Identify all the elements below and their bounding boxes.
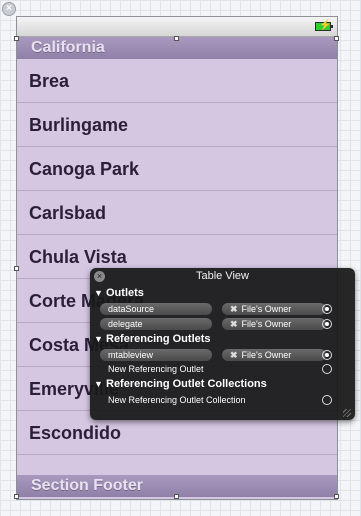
connection-circle-icon[interactable] bbox=[322, 395, 332, 405]
battery-charging-icon: ⚡ bbox=[315, 20, 333, 31]
section-label: Referencing Outlets bbox=[106, 333, 211, 345]
close-icon[interactable]: × bbox=[2, 2, 16, 16]
referencing-collections-section-header[interactable]: ▼ Referencing Outlet Collections bbox=[94, 378, 267, 390]
referencing-outlet-name[interactable]: mtableview bbox=[100, 349, 212, 361]
outlet-name[interactable]: dataSource bbox=[100, 303, 212, 315]
new-referencing-outlet-label: New Referencing Outlet bbox=[108, 364, 204, 374]
resize-handle-top[interactable] bbox=[174, 36, 179, 41]
connection-circle-icon[interactable] bbox=[322, 304, 332, 314]
resize-handle-bottom-left[interactable] bbox=[14, 494, 19, 499]
new-referencing-collection-label: New Referencing Outlet Collection bbox=[108, 395, 246, 405]
table-row[interactable]: Brea bbox=[17, 59, 337, 103]
resize-handle-top-right[interactable] bbox=[334, 36, 339, 41]
resize-handle-bottom[interactable] bbox=[174, 494, 179, 499]
disconnect-icon[interactable]: ✖ bbox=[230, 304, 238, 314]
disclosure-triangle-icon[interactable]: ▼ bbox=[94, 288, 106, 298]
table-row[interactable]: Carlsbad bbox=[17, 191, 337, 235]
referencing-outlet-target[interactable]: ✖ File's Owner bbox=[222, 349, 326, 361]
resize-handle-top-left[interactable] bbox=[14, 36, 19, 41]
outlet-target[interactable]: ✖ File's Owner bbox=[222, 318, 326, 330]
disconnect-icon[interactable]: ✖ bbox=[230, 350, 238, 360]
connection-circle-icon[interactable] bbox=[322, 319, 332, 329]
outlets-section-header[interactable]: ▼ Outlets bbox=[94, 287, 144, 299]
disclosure-triangle-icon[interactable]: ▼ bbox=[94, 379, 106, 389]
outlet-target[interactable]: ✖ File's Owner bbox=[222, 303, 326, 315]
table-row[interactable]: Canoga Park bbox=[17, 147, 337, 191]
target-label: File's Owner bbox=[241, 319, 292, 329]
connection-circle-icon[interactable] bbox=[322, 350, 332, 360]
target-label: File's Owner bbox=[241, 304, 292, 314]
status-bar: ⚡ bbox=[17, 17, 337, 37]
resize-handle-left[interactable] bbox=[14, 266, 19, 271]
device-view: ⚡ California Brea Burlingame Canoga Park… bbox=[16, 16, 338, 500]
disclosure-triangle-icon[interactable]: ▼ bbox=[94, 334, 106, 344]
target-label: File's Owner bbox=[241, 350, 292, 360]
table-row[interactable]: Burlingame bbox=[17, 103, 337, 147]
referencing-outlets-section-header[interactable]: ▼ Referencing Outlets bbox=[94, 333, 211, 345]
disconnect-icon[interactable]: ✖ bbox=[230, 319, 238, 329]
connection-circle-icon[interactable] bbox=[322, 364, 332, 374]
panel-title: Table View bbox=[196, 270, 249, 282]
section-label: Referencing Outlet Collections bbox=[106, 378, 267, 390]
connections-panel: × Table View ▼ Outlets dataSource ✖ File's… bbox=[90, 268, 355, 420]
outlet-name[interactable]: delegate bbox=[100, 318, 212, 330]
section-label: Outlets bbox=[106, 287, 144, 299]
resize-grip-icon[interactable] bbox=[343, 409, 351, 417]
resize-handle-bottom-right[interactable] bbox=[334, 494, 339, 499]
